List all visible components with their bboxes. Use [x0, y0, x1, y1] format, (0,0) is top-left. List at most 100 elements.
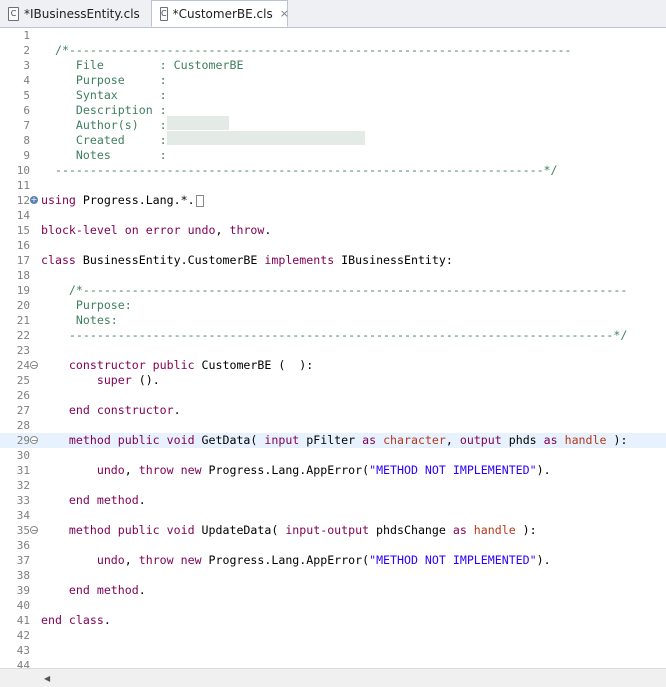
tab-customerbe[interactable]: C *CustomerBE.cls ×: [151, 0, 289, 27]
code-line[interactable]: 27 end constructor.: [0, 403, 666, 418]
line-number: 3: [23, 59, 30, 72]
line-number: 18: [16, 269, 30, 282]
code-line[interactable]: 23: [0, 343, 666, 358]
code-text: /*--------------------------------------…: [41, 43, 572, 57]
code-text: Author(s) :: [41, 118, 167, 132]
code-line[interactable]: 15 block-level on error undo, throw.: [0, 223, 666, 238]
code-text: Purpose :: [41, 73, 167, 87]
close-icon[interactable]: ×: [280, 7, 289, 20]
line-number: 36: [16, 539, 30, 552]
line-number: 35: [16, 524, 30, 537]
code-line[interactable]: 32: [0, 478, 666, 493]
code-line[interactable]: 38: [0, 568, 666, 583]
code-text: ----------------------------------------…: [41, 328, 628, 342]
code-text: class BusinessEntity.CustomerBE implemen…: [41, 253, 453, 267]
code-line[interactable]: 12 + using Progress.Lang.*.: [0, 193, 666, 208]
code-line[interactable]: 14: [0, 208, 666, 223]
line-number: 43: [16, 644, 30, 657]
code-line[interactable]: 21 Notes:: [0, 313, 666, 328]
code-text: end class.: [41, 613, 111, 627]
code-line[interactable]: 6 Description :: [0, 103, 666, 118]
line-number: 21: [16, 314, 30, 327]
code-line[interactable]: 34: [0, 508, 666, 523]
expand-fold-icon[interactable]: +: [30, 196, 38, 204]
code-line[interactable]: 31 undo, throw new Progress.Lang.AppErro…: [0, 463, 666, 478]
code-text: using Progress.Lang.*.: [41, 193, 204, 208]
code-line[interactable]: 10 -------------------------------------…: [0, 163, 666, 178]
line-number: 34: [16, 509, 30, 522]
line-number: 38: [16, 569, 30, 582]
folded-region-icon[interactable]: [195, 194, 204, 207]
line-number: 28: [16, 419, 30, 432]
line-number: 1: [23, 29, 30, 42]
scroll-left-arrow-icon[interactable]: ◀: [44, 674, 50, 683]
line-number: 26: [16, 389, 30, 402]
code-line[interactable]: 3 File : CustomerBE: [0, 58, 666, 73]
code-text: end constructor.: [68, 403, 181, 417]
code-text: end method.: [68, 493, 146, 507]
code-line[interactable]: 2 /*------------------------------------…: [0, 43, 666, 58]
line-number: 33: [16, 494, 30, 507]
code-line[interactable]: 7 Author(s) :: [0, 118, 666, 133]
line-number: 27: [16, 404, 30, 417]
code-line[interactable]: 25 super ().: [0, 373, 666, 388]
code-editor[interactable]: 12 /*-----------------------------------…: [0, 28, 666, 668]
line-number: 9: [23, 149, 30, 162]
line-number: 11: [16, 179, 30, 192]
line-number: 20: [16, 299, 30, 312]
line-number: 24: [16, 359, 30, 372]
code-line[interactable]: 35− method public void UpdateData( input…: [0, 523, 666, 538]
code-line[interactable]: 8 Created :: [0, 133, 666, 148]
collapse-fold-icon[interactable]: −: [30, 361, 38, 370]
line-number: 39: [16, 584, 30, 597]
line-number: 42: [16, 629, 30, 642]
horizontal-scrollbar[interactable]: ◀: [0, 668, 666, 687]
line-number: 7: [23, 119, 30, 132]
code-line[interactable]: 37 undo, throw new Progress.Lang.AppErro…: [0, 553, 666, 568]
code-line[interactable]: 44: [0, 658, 666, 668]
code-text: Created :: [41, 133, 167, 147]
code-line[interactable]: 4 Purpose :: [0, 73, 666, 88]
class-file-icon: C: [8, 6, 19, 21]
code-line[interactable]: 41 end class.: [0, 613, 666, 628]
line-number: 8: [23, 134, 30, 147]
line-number: 6: [23, 104, 30, 117]
code-line[interactable]: 16: [0, 238, 666, 253]
class-file-icon: C: [160, 6, 168, 21]
code-line[interactable]: 9 Notes :: [0, 148, 666, 163]
code-line[interactable]: 20 Purpose:: [0, 298, 666, 313]
tab-label: *IBusinessEntity.cls: [24, 6, 140, 21]
code-text: undo, throw new Progress.Lang.AppError("…: [96, 553, 551, 567]
code-line[interactable]: 30: [0, 448, 666, 463]
code-line[interactable]: 29− method public void GetData( input pF…: [0, 433, 666, 448]
code-line[interactable]: 22 -------------------------------------…: [0, 328, 666, 343]
code-line[interactable]: 40: [0, 598, 666, 613]
code-line[interactable]: 11: [0, 178, 666, 193]
code-line[interactable]: 43: [0, 643, 666, 658]
code-line[interactable]: 5 Syntax :: [0, 88, 666, 103]
code-line[interactable]: 26: [0, 388, 666, 403]
code-line[interactable]: 36: [0, 538, 666, 553]
collapse-fold-icon[interactable]: −: [30, 436, 38, 445]
code-text: ----------------------------------------…: [41, 163, 558, 177]
code-line[interactable]: 39 end method.: [0, 583, 666, 598]
line-number: 22: [16, 329, 30, 342]
code-line[interactable]: 1: [0, 28, 666, 43]
code-line[interactable]: 42: [0, 628, 666, 643]
line-number: 32: [16, 479, 30, 492]
code-line[interactable]: 18: [0, 268, 666, 283]
code-line[interactable]: 24− constructor public CustomerBE ( ):: [0, 358, 666, 373]
code-line[interactable]: 33 end method.: [0, 493, 666, 508]
line-number: 14: [16, 209, 30, 222]
code-text: end method.: [68, 583, 146, 597]
code-line[interactable]: 28: [0, 418, 666, 433]
tab-ibusinessentity[interactable]: C *IBusinessEntity.cls: [0, 1, 150, 26]
code-text: File : CustomerBE: [41, 58, 244, 72]
line-number: 5: [23, 89, 30, 102]
code-text: method public void UpdateData( input-out…: [68, 523, 537, 537]
code-line[interactable]: 19 /*-----------------------------------…: [0, 283, 666, 298]
code-text: Notes :: [41, 148, 167, 162]
collapse-fold-icon[interactable]: −: [30, 526, 38, 535]
code-line[interactable]: 17 class BusinessEntity.CustomerBE implem…: [0, 253, 666, 268]
line-number: 31: [16, 464, 30, 477]
